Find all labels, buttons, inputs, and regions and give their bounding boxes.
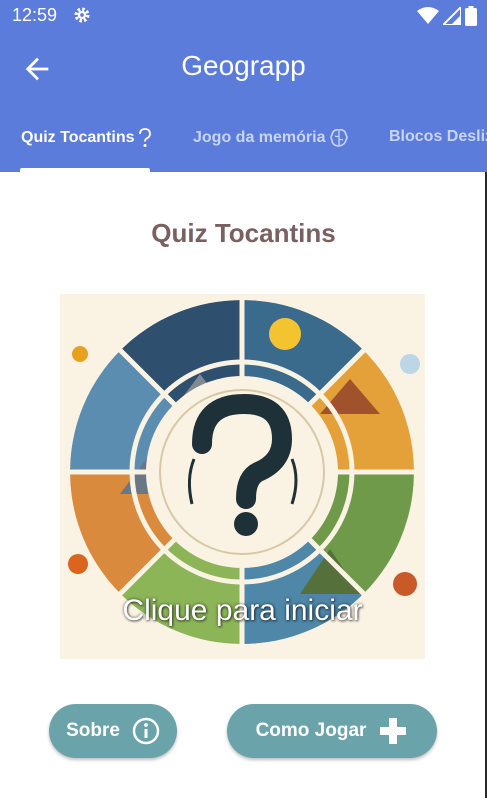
page-title: Quiz Tocantins (151, 218, 336, 248)
tab-label: Quiz Tocantins (21, 129, 135, 146)
start-label: Clique para iniciar (122, 594, 363, 627)
tab-bar: Quiz Tocantins Jogo da memória Blocos De… (0, 106, 487, 172)
how-to-play-label: Como Jogar (255, 720, 367, 741)
about-button[interactable]: Sobre (49, 704, 177, 758)
app-title: Geograpp (181, 50, 306, 81)
signal-icon (443, 7, 461, 25)
info-icon (132, 717, 160, 745)
status-bar: 12:59 (0, 0, 487, 32)
tab-jogo-da-memoria[interactable]: Jogo da memória (193, 128, 349, 148)
how-to-play-button[interactable]: Como Jogar (227, 704, 437, 758)
tab-blocos-deslizantes[interactable]: Blocos Desliz (389, 128, 487, 146)
question-icon (139, 128, 152, 147)
tab-label: Jogo da memória (193, 129, 326, 146)
tab-quiz-tocantins[interactable]: Quiz Tocantins (21, 128, 152, 148)
gear-icon (74, 7, 90, 23)
wifi-icon (417, 7, 439, 24)
app-bar: Geograpp (0, 32, 487, 106)
about-label: Sobre (66, 720, 120, 741)
brain-icon (330, 129, 349, 147)
quiz-start-card[interactable]: Clique para iniciar (60, 294, 425, 659)
status-time: 12:59 (12, 5, 58, 25)
battery-icon (465, 6, 477, 26)
status-icons (417, 6, 477, 26)
gamepad-icon (380, 718, 407, 744)
tab-indicator (20, 168, 150, 172)
tab-label: Blocos Desliz (389, 128, 487, 145)
